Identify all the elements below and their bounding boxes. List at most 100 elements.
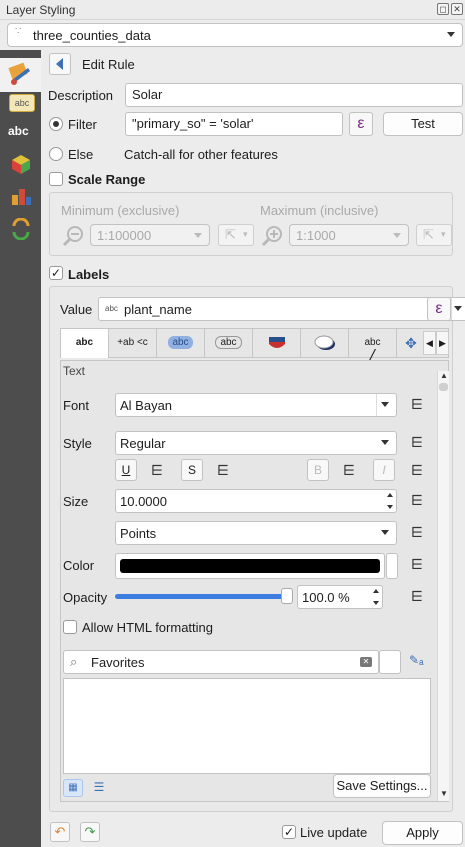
spin-down-icon[interactable] [373, 601, 379, 605]
size-label: Size [63, 494, 89, 509]
text-settings-panel: Text Font Al Bayan ⋿ Style Regular ⋿ U ⋿… [60, 360, 449, 802]
size-unit-combo[interactable]: Points [115, 521, 397, 545]
style-data-defined-button[interactable]: ⋿ [407, 434, 427, 450]
opacity-slider-handle[interactable] [281, 588, 293, 604]
min-scale-value: 1:100000 [97, 228, 152, 243]
style-preview-list[interactable] [63, 678, 431, 774]
chevron-left-icon: ◀ [426, 338, 433, 348]
tab-text[interactable]: abc [61, 329, 109, 358]
chevron-right-icon: ▶ [439, 338, 446, 348]
unit-data-defined-button[interactable]: ⋿ [407, 524, 427, 540]
layer-selector[interactable]: ∵ three_counties_data [7, 23, 463, 47]
underline-data-defined-button[interactable]: ⋿ [147, 462, 167, 478]
spin-up-icon[interactable] [373, 589, 379, 593]
value-field-combo[interactable]: abc plant_name [98, 297, 465, 321]
symbology-tab[interactable] [0, 58, 41, 92]
filter-radio[interactable] [49, 117, 63, 131]
clear-icon[interactable]: ✕ [360, 657, 372, 667]
tabs-scroll-right[interactable]: ▶ [436, 331, 449, 355]
opacity-data-defined-button[interactable]: ⋿ [407, 588, 427, 604]
labels-tab[interactable]: abc [9, 94, 35, 112]
data-defined-icon: ⋿ [150, 462, 164, 478]
color-data-defined-button[interactable]: ⋿ [407, 556, 427, 572]
tab-callouts[interactable]: abc ╱ [349, 329, 397, 365]
tab-background[interactable] [253, 329, 301, 358]
description-input[interactable]: Solar [125, 83, 463, 107]
test-button[interactable]: Test [383, 112, 463, 136]
divider [376, 394, 377, 416]
style-manager-button[interactable]: ✎ₐ [409, 653, 427, 671]
filter-expression-input[interactable]: "primary_so" = 'solar' [125, 112, 343, 136]
shadow-icon [314, 335, 335, 350]
size-spinbox[interactable]: 10.0000 [115, 489, 397, 513]
point-layer-icon: ∵ [15, 26, 22, 37]
expression-builder-button[interactable]: ε [349, 112, 373, 136]
redo-button[interactable]: ↷ [80, 822, 100, 842]
max-scale-value: 1:1000 [296, 228, 336, 243]
bold-button[interactable]: B [307, 459, 329, 481]
undo-button[interactable]: ↶ [50, 822, 70, 842]
font-value: Al Bayan [120, 398, 173, 413]
close-icon[interactable]: ✕ [451, 3, 463, 15]
color-button[interactable] [115, 553, 385, 579]
value-expression-button[interactable]: ε [427, 297, 451, 321]
back-button[interactable] [49, 53, 71, 75]
font-combo[interactable]: Al Bayan [115, 393, 397, 417]
buffer-tab-icon: abc [168, 336, 193, 349]
tabs-scroll-left[interactable]: ◀ [423, 331, 436, 355]
allow-html-checkbox[interactable] [63, 620, 77, 634]
favorites-search-input[interactable]: ⌕ Favorites ✕ [63, 650, 379, 674]
apply-button[interactable]: Apply [382, 821, 463, 845]
3d-view-tab[interactable] [10, 153, 32, 178]
tab-shadow[interactable] [301, 329, 349, 358]
opacity-spinbox[interactable]: 100.0 % [297, 585, 383, 609]
else-radio[interactable] [49, 147, 63, 161]
max-scale-combo[interactable]: 1:1000 [289, 224, 409, 246]
scroll-thumb[interactable] [439, 383, 448, 391]
tab-formatting[interactable]: +ab <c [109, 329, 157, 358]
italic-button[interactable]: I [373, 459, 395, 481]
tab-buffer[interactable]: abc [157, 329, 205, 358]
max-scale-map-button[interactable]: ⇱ ▾ [416, 224, 452, 246]
formatting-tab-icon: +ab <c [117, 337, 148, 348]
float-icon[interactable]: ◻ [437, 3, 449, 15]
scale-range-checkbox[interactable] [49, 172, 63, 186]
unit-value: Points [120, 526, 157, 541]
opacity-slider-track[interactable] [115, 594, 287, 599]
list-view-button[interactable]: ☰ [89, 779, 109, 797]
labels-label: Labels [68, 267, 110, 282]
grid-icon: ▦ [68, 782, 78, 793]
size-data-defined-button[interactable]: ⋿ [407, 492, 427, 508]
labels-group: Value abc plant_name ε abc +ab <c abc ab… [49, 286, 465, 812]
diagrams-tab[interactable] [10, 185, 32, 210]
strikeout-data-defined-button[interactable]: ⋿ [213, 462, 233, 478]
min-scale-map-button[interactable]: ⇱ ▾ [218, 224, 254, 246]
panel-scrollbar[interactable]: ▲ ▼ [437, 371, 449, 801]
spin-down-icon[interactable] [387, 505, 393, 509]
save-settings-button[interactable]: Save Settings... [333, 774, 431, 798]
labels-checkbox[interactable]: ✓ [49, 266, 63, 280]
min-scale-combo[interactable]: 1:100000 [90, 224, 210, 246]
italic-data-defined-button[interactable]: ⋿ [407, 462, 427, 478]
live-update-checkbox[interactable]: ✓ [282, 825, 296, 839]
edit-rule-heading: Edit Rule [82, 57, 135, 72]
strikeout-button[interactable]: S [181, 459, 203, 481]
color-dropdown[interactable] [386, 553, 398, 579]
spin-up-icon[interactable] [387, 493, 393, 497]
style-combo[interactable]: Regular [115, 431, 397, 455]
masks-tab[interactable]: abc [8, 124, 29, 138]
font-data-defined-button[interactable]: ⋿ [407, 396, 427, 412]
tab-placement[interactable]: ✥ [397, 329, 425, 358]
chevron-down-icon [393, 233, 401, 238]
scroll-up-icon[interactable]: ▲ [440, 371, 448, 380]
history-tab[interactable] [10, 217, 32, 243]
underline-button[interactable]: U [115, 459, 137, 481]
allow-html-label: Allow HTML formatting [82, 620, 213, 635]
tab-mask[interactable]: abc [205, 329, 253, 358]
data-defined-icon: ⋿ [216, 462, 230, 478]
filter-label: Filter [68, 117, 97, 132]
bold-data-defined-button[interactable]: ⋿ [339, 462, 359, 478]
scroll-down-icon[interactable]: ▼ [440, 789, 448, 798]
favorites-dropdown[interactable] [379, 650, 401, 674]
icon-view-button[interactable]: ▦ [63, 779, 83, 797]
